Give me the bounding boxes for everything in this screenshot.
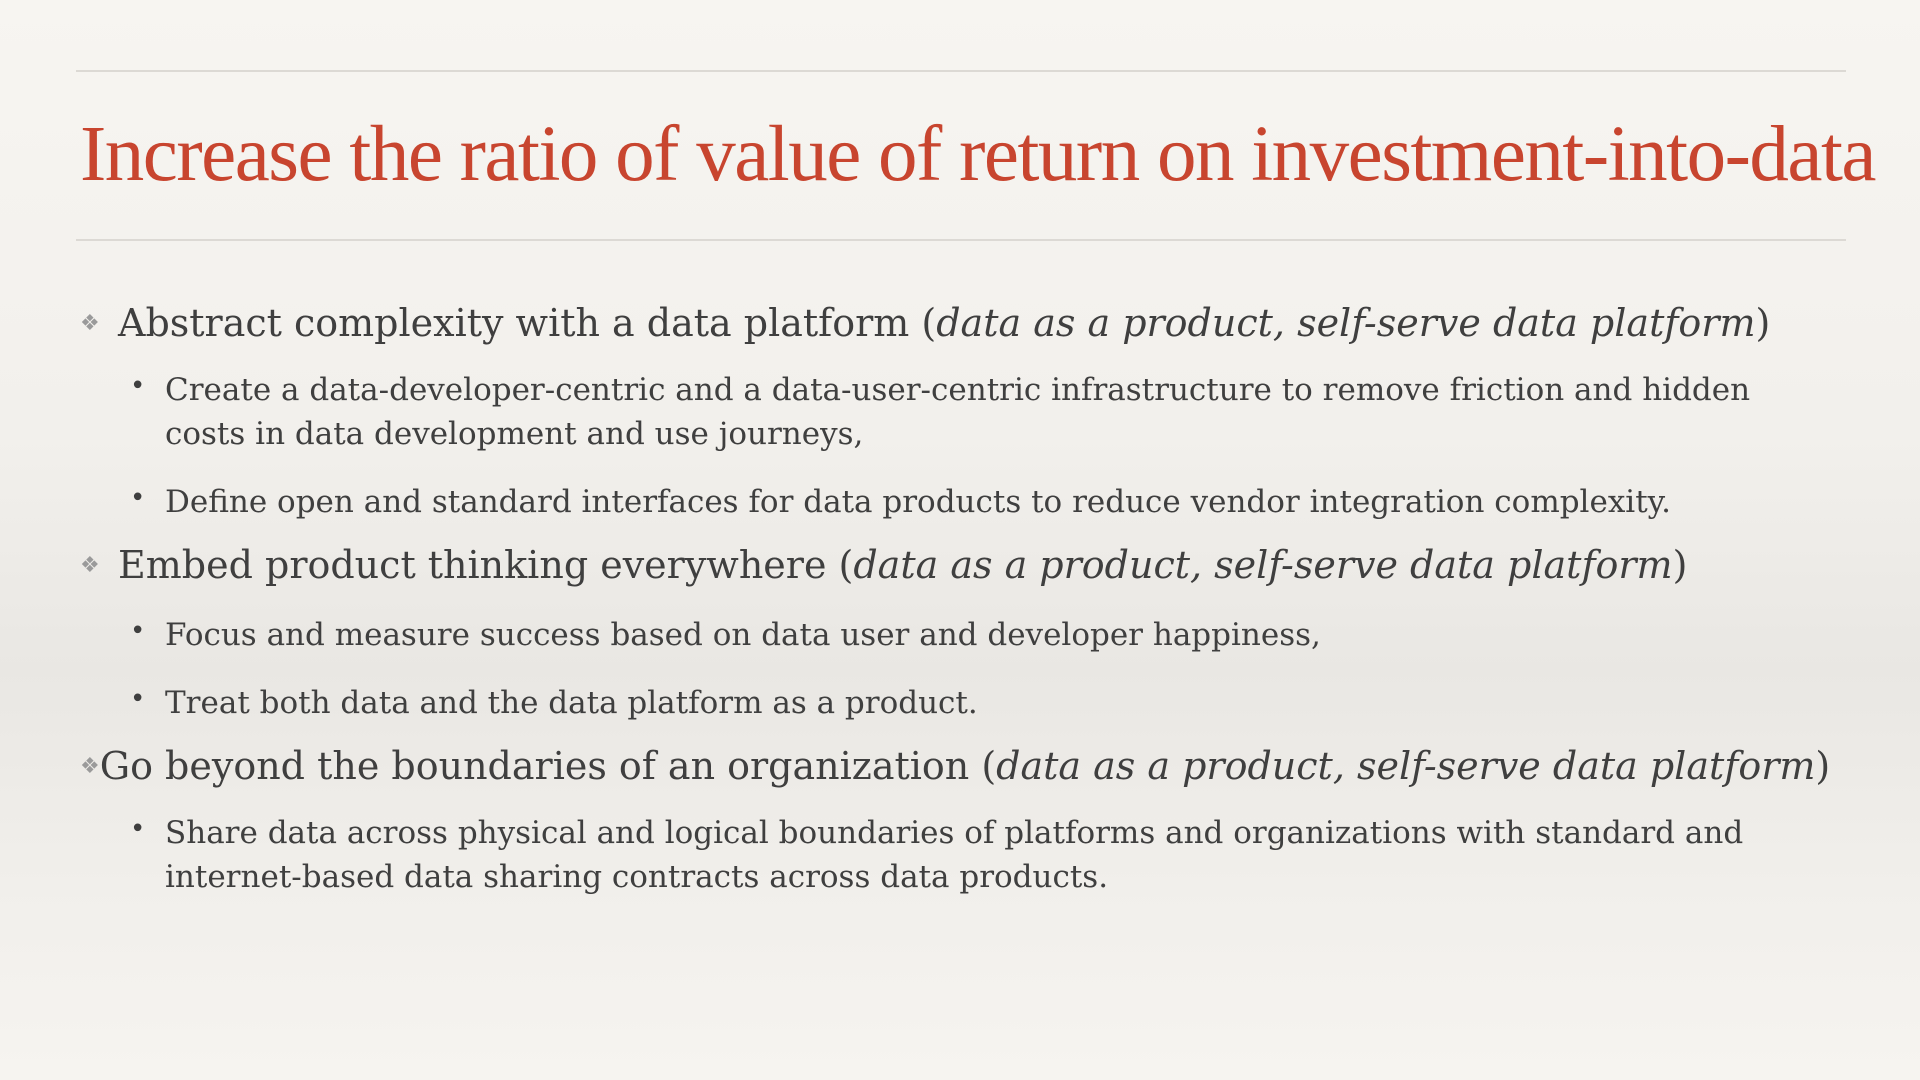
sub-bullet-list: • Focus and measure success based on dat… — [80, 613, 1820, 725]
topic-3: ❖ Go beyond the boundaries of an organiz… — [80, 743, 1830, 899]
topic-1: ❖ Abstract complexity with a data platfo… — [80, 300, 1820, 524]
top-divider — [76, 70, 1846, 72]
topic-italic-note: data as a product, self-serve data platf… — [936, 301, 1756, 345]
diamond-bullet-icon: ❖ — [80, 754, 100, 780]
list-item: • Define open and standard interfaces fo… — [80, 480, 1820, 524]
bullet-dot-icon: • — [130, 482, 146, 513]
sub-bullet-list: • Share data across physical and logical… — [80, 811, 1820, 899]
slide-body: ❖ Abstract complexity with a data platfo… — [80, 300, 1830, 899]
topic-heading: ❖ Embed product thinking everywhere (dat… — [80, 542, 1820, 590]
title-divider — [76, 239, 1846, 241]
bullet-dot-icon: • — [130, 616, 146, 647]
topic-lead: Embed product thinking everywhere (data … — [118, 542, 1688, 587]
topic-lead: Abstract complexity with a data platform… — [118, 301, 1771, 345]
topic-lead: Go beyond the boundaries of an organizat… — [99, 744, 1831, 789]
bullet-dot-icon: • — [130, 813, 146, 844]
diamond-bullet-icon: ❖ — [80, 552, 100, 578]
list-item: • Treat both data and the data platform … — [80, 681, 1820, 725]
bullet-dot-icon: • — [130, 370, 146, 401]
list-item: • Focus and measure success based on dat… — [80, 613, 1820, 657]
topic-italic-note: data as a product, self-serve data platf… — [853, 542, 1673, 587]
topic-2: ❖ Embed product thinking everywhere (dat… — [80, 542, 1820, 726]
diamond-bullet-icon: ❖ — [80, 311, 100, 336]
list-item: • Share data across physical and logical… — [80, 811, 1820, 899]
bullet-dot-icon: • — [130, 684, 146, 715]
list-item: • Create a data-developer-centric and a … — [80, 368, 1820, 456]
topic-heading: ❖ Abstract complexity with a data platfo… — [80, 300, 1820, 348]
slide: Increase the ratio of value of return on… — [0, 0, 1920, 1080]
slide-title: Increase the ratio of value of return on… — [80, 111, 1876, 198]
topic-italic-note: data as a product, self-serve data platf… — [996, 744, 1816, 789]
topic-heading: ❖ Go beyond the boundaries of an organiz… — [80, 743, 1830, 791]
sub-bullet-list: • Create a data-developer-centric and a … — [80, 368, 1820, 524]
